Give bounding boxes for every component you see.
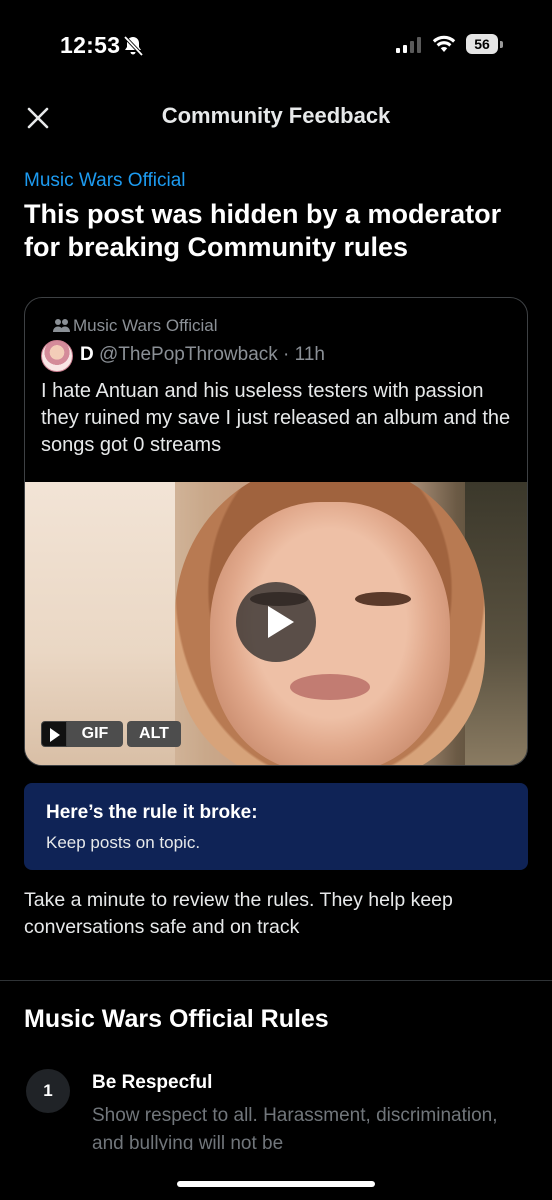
community-link[interactable]: Music Wars Official	[24, 170, 186, 192]
rules-section-title: Music Wars Official Rules	[24, 1005, 329, 1033]
author-handle: @ThePopThrowback · 11h	[99, 344, 325, 365]
hidden-post-card[interactable]: Music Wars Official D @ThePopThrowback ·…	[24, 297, 528, 766]
wifi-icon	[432, 35, 456, 52]
status-bar: 12:53 56	[0, 0, 552, 92]
page-title: Community Feedback	[161, 103, 391, 128]
post-gif-media[interactable]: GIF ALT	[25, 482, 527, 765]
rule-item-title: Be Respecful	[92, 1072, 213, 1093]
status-time: 12:53	[60, 32, 121, 58]
play-small-icon[interactable]	[41, 721, 67, 747]
media-badges: GIF ALT	[41, 721, 181, 747]
battery-nub	[500, 41, 503, 48]
post-community: Music Wars Official	[53, 316, 218, 336]
post-community-label: Music Wars Official	[73, 316, 218, 335]
bottom-bar	[0, 1150, 552, 1200]
avatar[interactable]	[41, 340, 73, 372]
review-rules-text: Take a minute to review the rules. They …	[24, 889, 453, 938]
rule-number-badge: 1	[26, 1069, 70, 1113]
post-text: I hate Antuan and his useless testers wi…	[41, 380, 511, 456]
alt-badge[interactable]: ALT	[127, 721, 181, 747]
post-author: D @ThePopThrowback · 11h	[80, 344, 325, 366]
battery-icon: 56	[466, 34, 498, 54]
play-button[interactable]	[236, 582, 316, 662]
bell-slash-icon	[123, 35, 144, 57]
divider	[0, 980, 552, 981]
people-icon	[53, 319, 70, 332]
rule-item-description: Show respect to all. Harassment, discrim…	[92, 1105, 498, 1150]
broken-rule-box: Here’s the rule it broke: Keep posts on …	[24, 783, 528, 870]
gif-badge: GIF	[67, 721, 123, 747]
home-indicator[interactable]	[177, 1181, 375, 1187]
broken-rule-text: Keep posts on topic.	[46, 833, 201, 852]
author-name[interactable]: D	[80, 344, 94, 365]
moderation-title: This post was hidden by a moderator for …	[24, 199, 502, 262]
broken-rule-heading: Here’s the rule it broke:	[46, 802, 258, 823]
header: Community Feedback	[0, 92, 552, 142]
cellular-signal-icon	[396, 37, 421, 53]
